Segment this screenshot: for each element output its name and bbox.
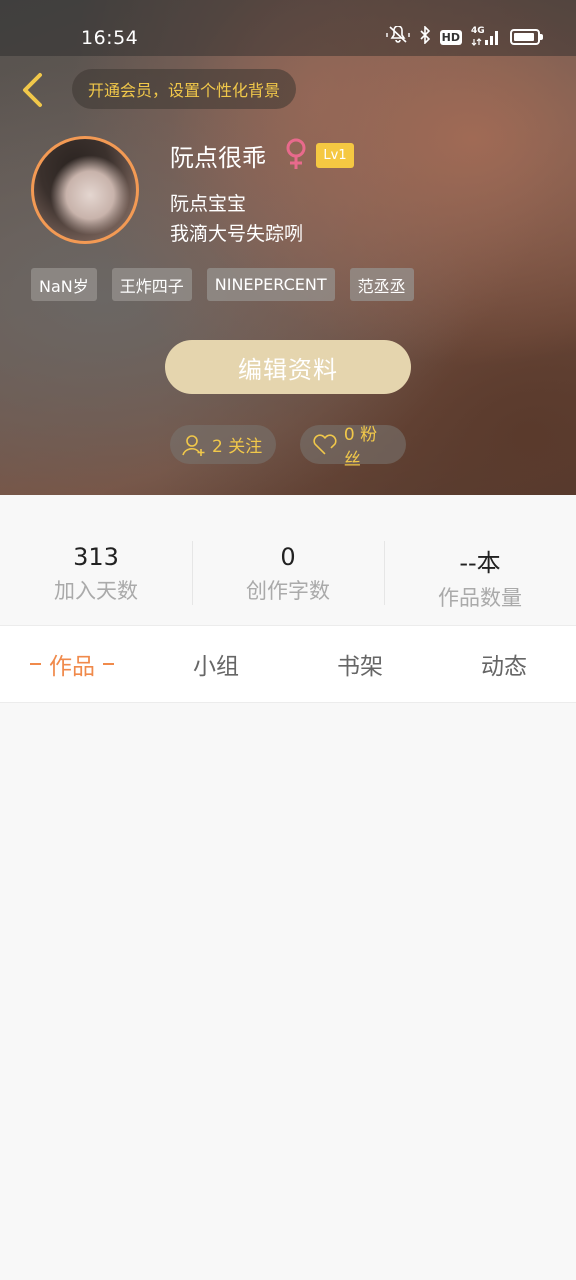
tab-works[interactable]: 作品	[0, 626, 144, 702]
stat-label: 创作字数	[246, 579, 330, 603]
tab-indicator	[103, 663, 114, 665]
username: 阮点很乖	[170, 144, 266, 172]
hd-icon: HD	[439, 29, 462, 45]
tag: 王炸四子	[111, 268, 192, 301]
add-user-icon	[182, 434, 205, 456]
tab-label: 作品	[49, 654, 95, 680]
mute-vibrate-icon	[385, 25, 410, 48]
following-count: 2 关注	[212, 437, 263, 457]
tab-groups[interactable]: 小组	[144, 626, 288, 702]
stat-value: 0	[280, 543, 296, 571]
tab-label: 书架	[337, 654, 383, 680]
following-button[interactable]: 2 关注	[170, 425, 276, 464]
stats-row: 313 加入天数 0 创作字数 --本 作品数量	[0, 495, 576, 625]
fans-button[interactable]: 0 粉丝	[300, 425, 406, 470]
status-icons: HD 4G	[385, 25, 543, 48]
stat-label: 加入天数	[54, 579, 138, 603]
battery-fill	[514, 33, 534, 41]
tag: NaN岁	[31, 268, 97, 301]
stat-days-joined: 313 加入天数	[0, 543, 192, 605]
nickname: 阮点宝宝	[170, 193, 247, 215]
stat-value: --本	[459, 549, 501, 577]
tab-label: 动态	[481, 654, 527, 680]
level-badge: Lv1	[316, 143, 354, 168]
tag: NINEPERCENT	[206, 268, 335, 301]
battery-icon	[510, 29, 543, 45]
signal-icon: 4G	[471, 26, 501, 46]
avatar[interactable]	[31, 136, 139, 244]
stat-label: 作品数量	[438, 586, 522, 610]
stat-value: 313	[73, 543, 119, 571]
back-button[interactable]	[14, 70, 50, 110]
tab-activity[interactable]: 动态	[432, 626, 576, 702]
tab-bar: 作品 小组 书架 动态	[0, 625, 576, 703]
heart-icon	[313, 433, 337, 455]
female-icon	[283, 137, 309, 175]
status-time: 16:54	[81, 27, 139, 49]
stat-word-count: 0 创作字数	[192, 543, 384, 605]
profile-header: 16:54 HD 4G 开通会员，设置个性化背景 阮点很乖 Lv1 阮点宝宝 我…	[0, 0, 576, 495]
tab-content-area	[0, 703, 576, 1280]
tab-indicator	[30, 663, 41, 665]
edit-profile-button[interactable]: 编辑资料	[165, 340, 411, 394]
chevron-left-icon	[23, 73, 42, 107]
vip-background-prompt[interactable]: 开通会员，设置个性化背景	[72, 69, 297, 109]
tab-bookshelf[interactable]: 书架	[288, 626, 432, 702]
fans-count: 0 粉丝	[343, 424, 378, 470]
bio: 我滴大号失踪咧	[170, 223, 304, 245]
tag: 范丞丞	[349, 268, 414, 301]
bluetooth-icon	[419, 25, 431, 48]
tab-label: 小组	[193, 654, 239, 680]
status-bar: 16:54 HD 4G	[0, 0, 576, 56]
profile-tags: NaN岁 王炸四子 NINEPERCENT 范丞丞	[31, 268, 414, 301]
stat-works-count: --本 作品数量	[384, 543, 576, 612]
